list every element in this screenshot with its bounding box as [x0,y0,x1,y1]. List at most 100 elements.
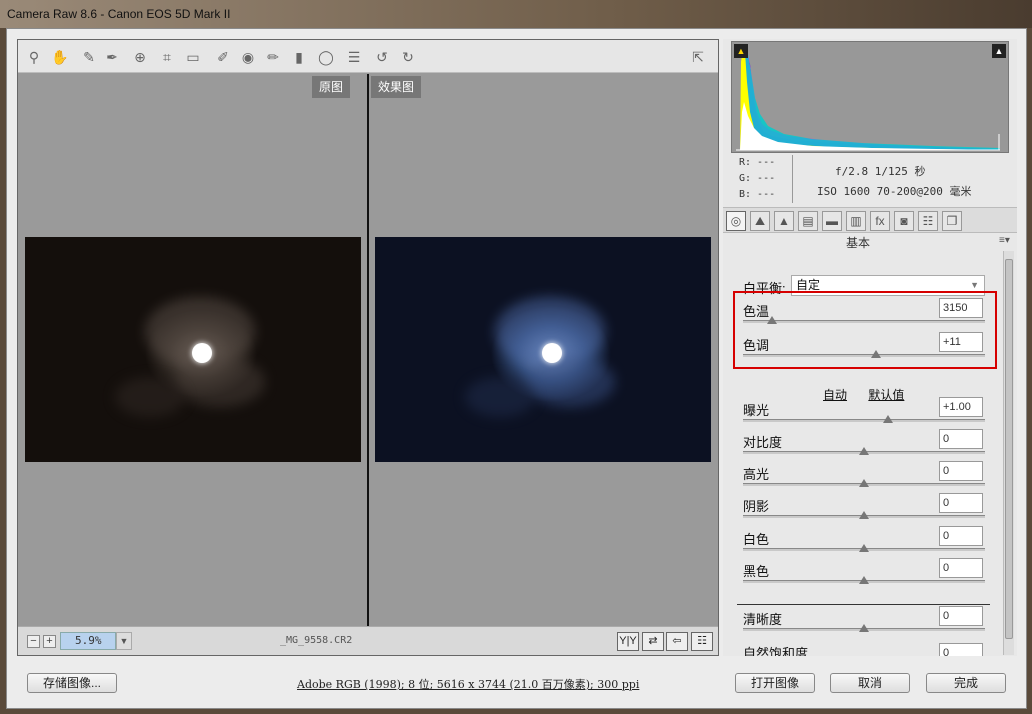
tab-effects-icon[interactable]: fx [870,211,890,231]
red-eye-icon[interactable]: ◉ [239,48,257,66]
rotate-right-icon[interactable]: ↻ [399,48,417,66]
tab-hsl-icon[interactable]: ▤ [798,211,818,231]
slider-value-field[interactable]: 0 [939,606,983,626]
white-balance-icon[interactable]: ✎ [80,48,98,66]
white-balance-value: 自定 [796,278,821,292]
zoom-in-button[interactable]: + [43,635,56,648]
slider-label: 曝光 [743,403,770,418]
after-image [375,237,711,462]
slider-clarity[interactable]: 清晰度 0 [743,606,987,643]
moon [542,343,562,363]
scrollbar-thumb[interactable] [1005,259,1013,639]
zoom-out-button[interactable]: − [27,635,40,648]
rotate-left-icon[interactable]: ↺ [373,48,391,66]
blue-readout: B: --- [739,189,776,200]
slider-label: 高光 [743,467,770,482]
slider-label: 对比度 [743,435,783,450]
slider-thumb[interactable] [883,415,893,423]
tab-basic-icon[interactable]: ◎ [726,211,746,231]
slider-label: 色温 [743,304,770,319]
slider-value-field[interactable]: +1.00 [939,397,983,417]
preview-area: ⚲ ✋ ✎ ✒ ⊕ ⌗ ▭ ✐ ◉ ✏ ▮ ◯ ☰ ↺ ↻ ⇱ 原图 效果图 −… [17,39,719,656]
toolbar: ⚲ ✋ ✎ ✒ ⊕ ⌗ ▭ ✐ ◉ ✏ ▮ ◯ ☰ ↺ ↻ ⇱ [18,40,718,73]
tab-snapshots-icon[interactable]: ❐ [942,211,962,231]
target-adjust-icon[interactable]: ⊕ [131,48,149,66]
slider-thumb[interactable] [859,479,869,487]
slider-value-field[interactable]: 0 [939,461,983,481]
slider-thumb[interactable] [859,544,869,552]
tab-tone-curve-icon[interactable]: ⛰ [750,211,770,231]
slider-label: 自然饱和度 [743,646,809,656]
adjustment-brush-icon[interactable]: ✏ [264,48,282,66]
tab-presets-icon[interactable]: ☷ [918,211,938,231]
slider-value-field[interactable]: 0 [939,558,983,578]
slider-track[interactable] [743,354,985,357]
copy-settings-button[interactable]: ⇦ [666,632,688,651]
section-title: 基本 [845,236,870,250]
moon [192,343,212,363]
crop-icon[interactable]: ⌗ [158,48,176,66]
done-button[interactable]: 完成 [926,673,1006,693]
slider-thumb[interactable] [859,511,869,519]
cancel-button[interactable]: 取消 [830,673,910,693]
slider-thumb[interactable] [767,316,777,324]
shadow-clipping-icon[interactable]: ▲ [734,44,748,58]
window-title: Camera Raw 8.6 - Canon EOS 5D Mark II [7,7,231,21]
zoom-level-field[interactable]: 5.9% [60,632,116,650]
slider-value-field[interactable]: 3150 [939,298,983,318]
graduated-filter-icon[interactable]: ▮ [290,48,308,66]
slider-thumb[interactable] [859,576,869,584]
slider-label: 色调 [743,338,770,353]
preferences-icon[interactable]: ☰ [345,48,363,66]
view-mode-button[interactable]: Y|Y [617,632,639,651]
slider-track[interactable] [743,419,985,422]
title-bar: Camera Raw 8.6 - Canon EOS 5D Mark II [0,0,1032,28]
highlight-clipping-icon[interactable]: ▲ [992,44,1006,58]
slider-label: 清晰度 [743,612,783,627]
save-image-button[interactable]: 存储图像... [27,673,117,693]
tab-camera-calibration-icon[interactable]: ◙ [894,211,914,231]
slider-value-field[interactable]: 0 [939,643,983,656]
green-readout: G: --- [739,173,776,184]
slider-track[interactable] [743,320,985,323]
aperture-shutter: f/2.8 1/125 秒 [835,165,926,178]
straighten-icon[interactable]: ▭ [184,48,202,66]
tab-lens-corrections-icon[interactable]: ▥ [846,211,866,231]
spot-removal-icon[interactable]: ✐ [214,48,232,66]
before-image [25,237,361,462]
slider-shadows[interactable]: 阴影 0 [743,493,987,530]
radial-filter-icon[interactable]: ◯ [317,48,335,66]
tab-detail-icon[interactable]: ▲ [774,211,794,231]
fullscreen-icon[interactable]: ⇱ [689,48,707,66]
slider-tint[interactable]: 色调 +11 [743,332,987,369]
slider-blacks[interactable]: 黑色 0 [743,558,987,595]
slider-thumb[interactable] [859,624,869,632]
status-bar: − + 5.9% ▼ _MG_9558.CR2 Y|Y ⇄ ⇦ ☷ [18,626,718,655]
slider-temperature[interactable]: 色温 3150 [743,298,987,335]
zoom-dropdown-icon[interactable]: ▼ [116,632,132,650]
slider-vibrance[interactable]: 自然饱和度 0 [743,643,987,656]
slider-label: 黑色 [743,564,770,579]
color-sampler-icon[interactable]: ✒ [103,48,121,66]
slider-thumb[interactable] [859,447,869,455]
split-divider[interactable] [367,74,369,626]
slider-value-field[interactable]: +11 [939,332,983,352]
tab-split-toning-icon[interactable]: ▬ [822,211,842,231]
slider-value-field[interactable]: 0 [939,493,983,513]
before-after-preview: 原图 效果图 [18,74,718,626]
filename: _MG_9558.CR2 [280,635,353,646]
slider-thumb[interactable] [871,350,881,358]
swap-before-after-button[interactable]: ⇄ [642,632,664,651]
toggle-settings-button[interactable]: ☷ [691,632,713,651]
before-label: 原图 [312,76,351,98]
zoom-icon[interactable]: ⚲ [25,48,43,66]
panel-menu-icon[interactable]: ≡▾ [999,235,1010,246]
hand-icon[interactable]: ✋ [51,48,69,66]
histogram-graph [736,48,1000,151]
slider-value-field[interactable]: 0 [939,429,983,449]
panel-tabs: ◎ ⛰ ▲ ▤ ▬ ▥ fx ◙ ☷ ❐ [723,207,1017,233]
workflow-options-link[interactable]: Adobe RGB (1998); 8 位; 5616 x 3744 (21.0… [297,676,639,692]
open-image-button[interactable]: 打开图像 [735,673,815,693]
slider-value-field[interactable]: 0 [939,526,983,546]
panel-scrollbar[interactable] [1003,251,1014,655]
